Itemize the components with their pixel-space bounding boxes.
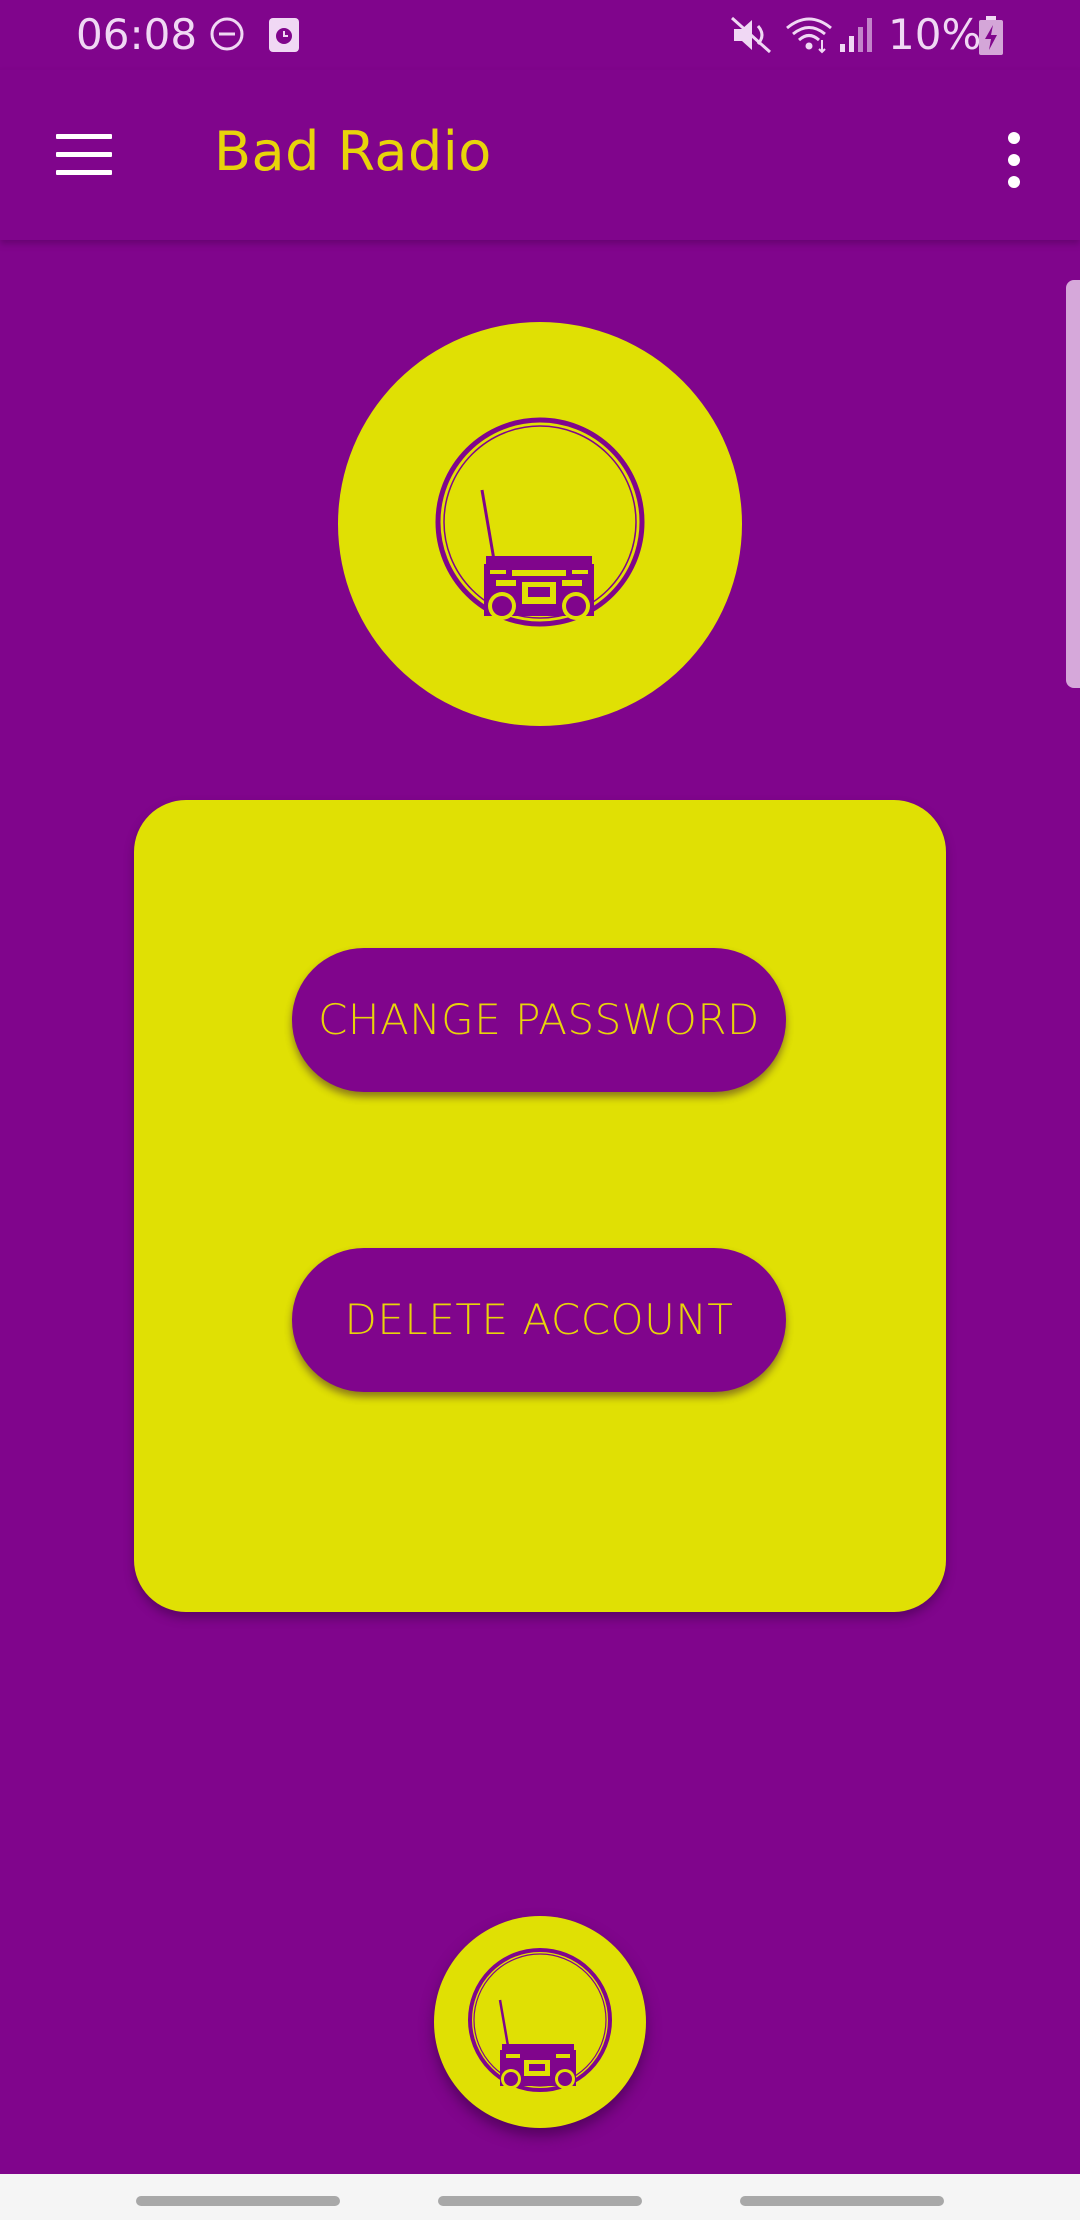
- status-time: 06:08: [76, 10, 198, 59]
- cell-signal-icon: [840, 18, 872, 52]
- more-vert-icon[interactable]: [990, 120, 1038, 200]
- nav-recents-button[interactable]: [136, 2196, 340, 2206]
- battery-percentage: 10%: [888, 10, 982, 59]
- boombox-icon: [435, 417, 645, 627]
- mute-icon: [730, 16, 772, 54]
- do-not-disturb-icon: [210, 17, 244, 51]
- logo: [338, 322, 742, 726]
- hamburger-menu-icon[interactable]: [44, 122, 124, 186]
- app-notification-icon: [269, 18, 299, 52]
- nav-home-button[interactable]: [438, 2196, 642, 2206]
- nav-back-button[interactable]: [740, 2196, 944, 2206]
- change-password-button[interactable]: CHANGE PASSWORD: [292, 948, 786, 1092]
- boombox-icon: [468, 1948, 612, 2092]
- account-settings-card: CHANGE PASSWORD DELETE ACCOUNT: [134, 800, 946, 1612]
- home-logo-button[interactable]: [434, 1916, 646, 2128]
- wifi-icon: [786, 17, 832, 54]
- delete-account-button[interactable]: DELETE ACCOUNT: [292, 1248, 786, 1392]
- navigation-bar: [0, 2174, 1080, 2220]
- app-title: Bad Radio: [214, 120, 492, 183]
- battery-charging-icon: [979, 16, 1003, 55]
- status-bar: 06:08 10%: [0, 0, 1080, 70]
- app-bar: Bad Radio: [0, 70, 1080, 240]
- scrollbar[interactable]: [1066, 280, 1080, 688]
